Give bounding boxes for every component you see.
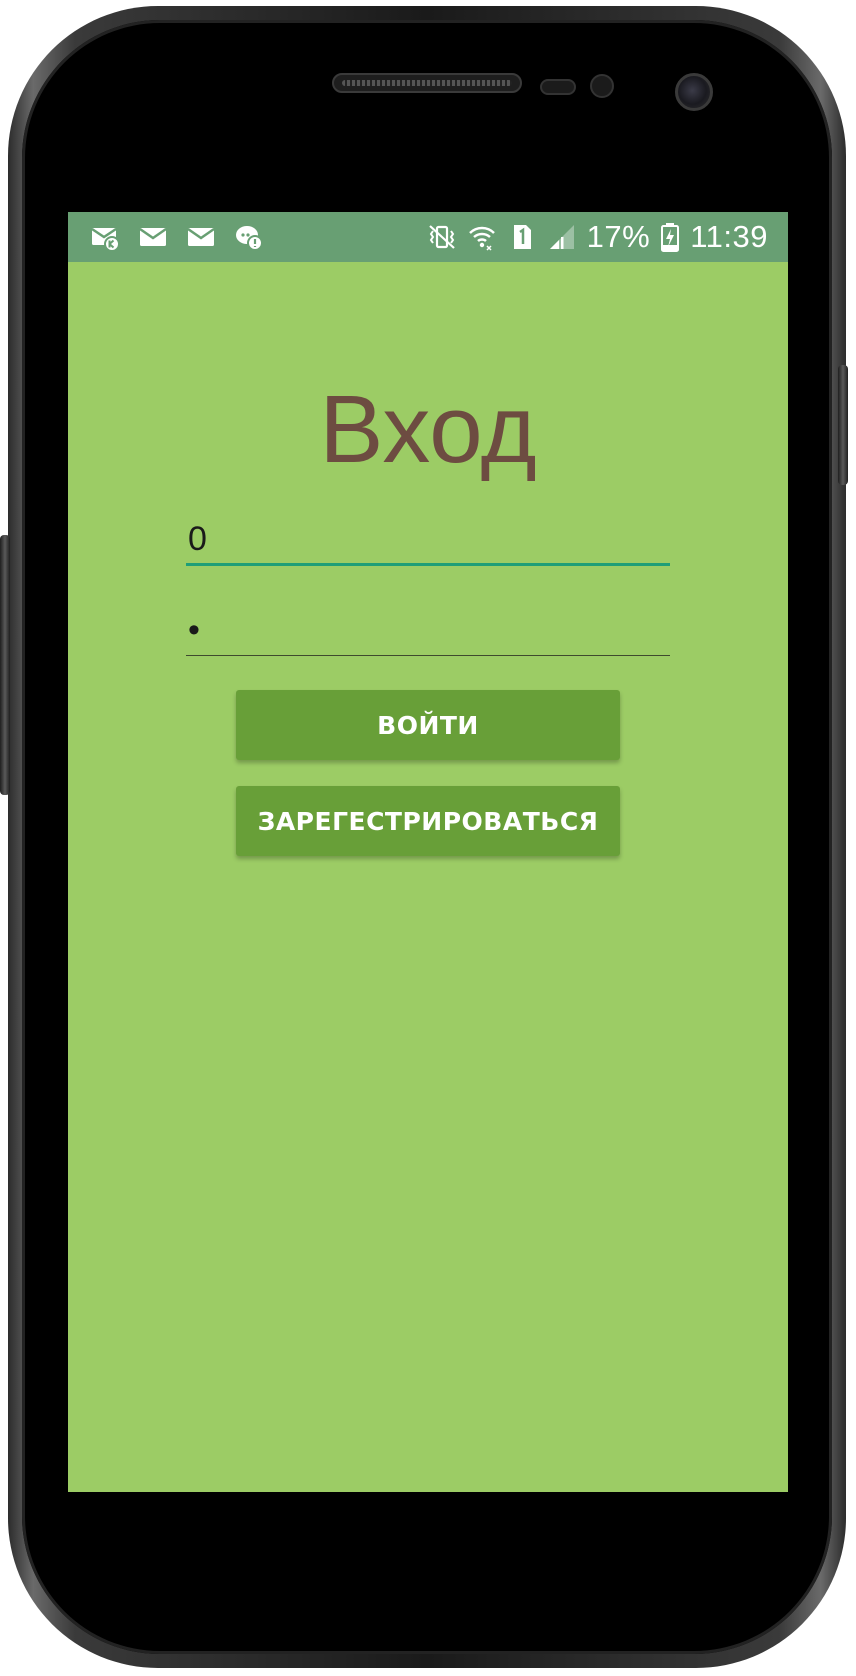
earpiece-speaker (332, 73, 522, 93)
status-bar: 17% 11:39 (68, 212, 788, 262)
signal-icon (547, 222, 577, 252)
mail-icon (138, 222, 168, 252)
login-input[interactable] (186, 516, 670, 563)
app-screen: 17% 11:39 Вход ВОЙТИ ЗАРЕГЕСТРИРОВАТЬСЯ (68, 212, 788, 1492)
wifi-icon (467, 222, 497, 252)
mail-icon (186, 222, 216, 252)
vibrate-icon (427, 222, 457, 252)
sim-1-icon (507, 222, 537, 252)
login-field[interactable] (186, 516, 670, 566)
light-sensor (590, 74, 614, 98)
volume-button (0, 535, 10, 795)
clock: 11:39 (690, 219, 768, 254)
mail-k-icon (90, 222, 120, 252)
front-camera (675, 73, 713, 111)
proximity-sensor (540, 79, 576, 95)
battery-charging-icon (660, 222, 680, 252)
password-field[interactable] (186, 606, 670, 656)
register-button[interactable]: ЗАРЕГЕСТРИРОВАТЬСЯ (236, 786, 620, 856)
page-title: Вход (319, 376, 537, 483)
battery-percent: 17% (586, 219, 651, 254)
system-icons: 17% 11:39 (427, 212, 768, 262)
password-input[interactable] (186, 606, 670, 655)
login-button[interactable]: ВОЙТИ (236, 690, 620, 760)
notification-icons (90, 212, 264, 262)
chat-alert-icon (234, 222, 264, 252)
power-button (838, 365, 848, 485)
